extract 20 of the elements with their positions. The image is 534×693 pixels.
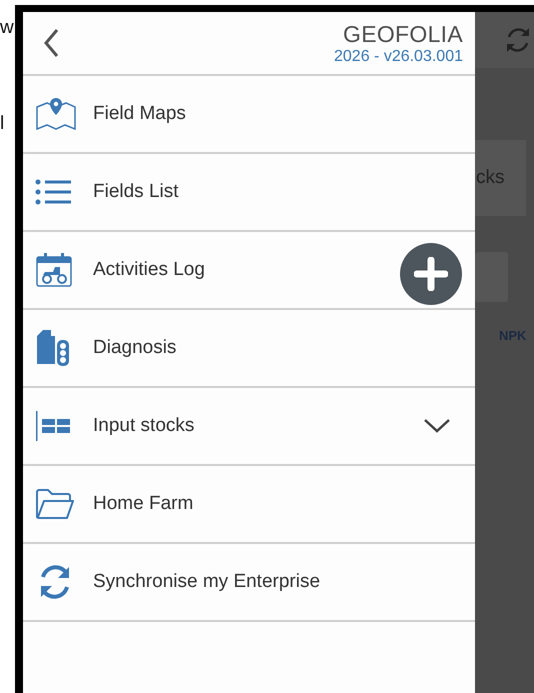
- app-title: GEOFOLIA: [343, 20, 463, 48]
- partial-text: w: [0, 16, 14, 40]
- chevron-left-icon: [43, 28, 59, 58]
- canister-icon: [35, 328, 71, 368]
- menu-item[interactable]: Input stocks: [23, 388, 475, 466]
- menu-item[interactable]: Field Maps: [23, 76, 475, 154]
- grid-icon: [35, 411, 71, 441]
- menu-item[interactable]: Home Farm: [23, 466, 475, 544]
- calendar-tractor-icon: [35, 252, 73, 288]
- menu-item[interactable]: Fields List: [23, 154, 475, 232]
- folder-icon: [35, 488, 75, 520]
- partial-text: l: [0, 112, 4, 136]
- list-icon: [35, 178, 71, 206]
- chevron-down-icon[interactable]: [423, 418, 451, 434]
- dimmed-field: [475, 252, 508, 302]
- plus-icon: [414, 257, 448, 291]
- version-text: 2026 - v26.03.001: [334, 48, 463, 66]
- map-pin-icon: [35, 97, 77, 131]
- menu-item[interactable]: Diagnosis: [23, 310, 475, 388]
- menu-item[interactable]: Synchronise my Enterprise: [23, 544, 475, 622]
